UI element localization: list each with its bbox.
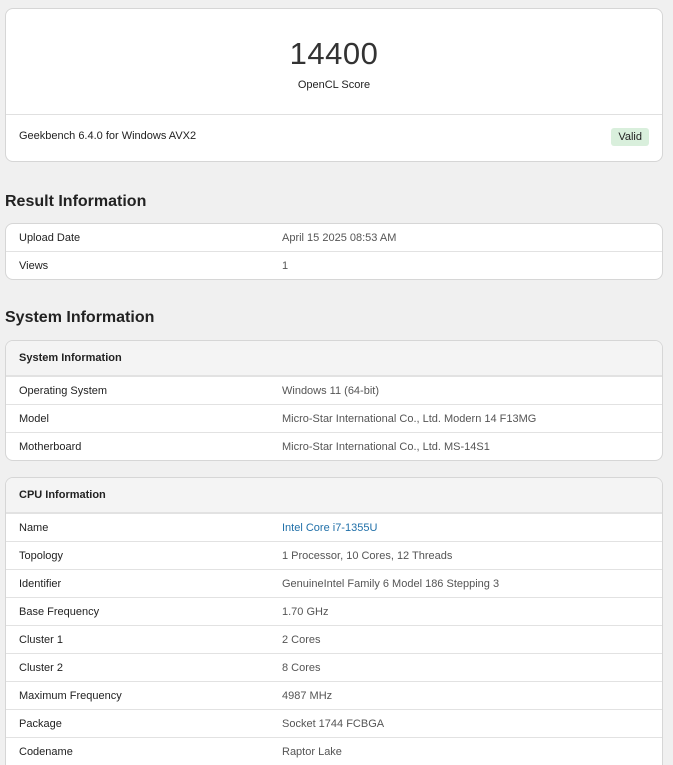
table-row: Upload Date April 15 2025 08:53 AM [6,224,662,251]
valid-badge: Valid [611,128,649,146]
row-value: 4987 MHz [282,690,333,702]
row-key: Views [19,260,49,272]
row-key: Maximum Frequency [19,690,122,702]
row-key: Identifier [19,578,62,590]
row-value: GenuineIntel Family 6 Model 186 Stepping… [282,578,500,590]
row-key: Codename [19,746,73,758]
row-value: Windows 11 (64-bit) [282,385,379,397]
score-header: 14400 OpenCL Score [6,9,662,115]
row-value: 1 [282,260,289,272]
table-row: Cluster 1 2 Cores [6,625,662,653]
table-row: Model Micro-Star International Co., Ltd.… [6,404,662,432]
table-row: Name Intel Core i7-1355U [6,513,662,541]
row-key: Name [19,522,49,534]
row-key: Upload Date [19,232,81,244]
row-value: Socket 1744 FCBGA [282,718,385,730]
row-value: Micro-Star International Co., Ltd. Moder… [282,413,537,425]
row-value: Raptor Lake [282,746,342,758]
card-title: System Information [19,352,122,364]
row-key: Cluster 1 [19,634,64,646]
score-footer: Geekbench 6.4.0 for Windows AVX2 Valid [6,115,662,161]
table-row: Motherboard Micro-Star International Co.… [6,432,662,460]
system-information-card: System Information Operating System Wind… [5,340,663,461]
row-key: Cluster 2 [19,662,64,674]
result-information-title: Result Information [5,193,147,210]
row-key: Base Frequency [19,606,100,618]
benchmark-version: Geekbench 6.4.0 for Windows AVX2 [19,130,197,142]
row-key: Operating System [19,385,108,397]
result-information-card: Upload Date April 15 2025 08:53 AM Views… [5,223,663,280]
row-key: Topology [19,550,64,562]
row-key: Model [19,413,49,425]
table-row: Cluster 2 8 Cores [6,653,662,681]
table-row: Operating System Windows 11 (64-bit) [6,376,662,404]
cpu-information-card: CPU Information Name Intel Core i7-1355U… [5,477,663,765]
table-row: Maximum Frequency 4987 MHz [6,681,662,709]
card-header: System Information [6,341,662,376]
row-value: 1.70 GHz [282,606,329,618]
row-value: 2 Cores [282,634,321,646]
card-title: CPU Information [19,489,106,501]
cpu-name-link[interactable]: Intel Core i7-1355U [282,522,377,534]
row-value: Micro-Star International Co., Ltd. MS-14… [282,441,490,453]
row-value: April 15 2025 08:53 AM [282,232,397,244]
row-key: Motherboard [19,441,82,453]
page: 14400 OpenCL Score Geekbench 6.4.0 for W… [0,0,673,765]
table-row: Identifier GenuineIntel Family 6 Model 1… [6,569,662,597]
row-value: 8 Cores [282,662,321,674]
table-row: Package Socket 1744 FCBGA [6,709,662,737]
row-value: 1 Processor, 10 Cores, 12 Threads [282,550,453,562]
table-row: Base Frequency 1.70 GHz [6,597,662,625]
score-label: OpenCL Score [297,79,371,91]
score-card: 14400 OpenCL Score Geekbench 6.4.0 for W… [5,8,663,162]
card-header: CPU Information [6,478,662,513]
row-key: Package [19,718,62,730]
table-row: Codename Raptor Lake [6,737,662,765]
system-information-title: System Information [5,309,155,326]
table-row: Topology 1 Processor, 10 Cores, 12 Threa… [6,541,662,569]
score-value: 14400 [289,36,379,71]
table-row: Views 1 [6,251,662,279]
